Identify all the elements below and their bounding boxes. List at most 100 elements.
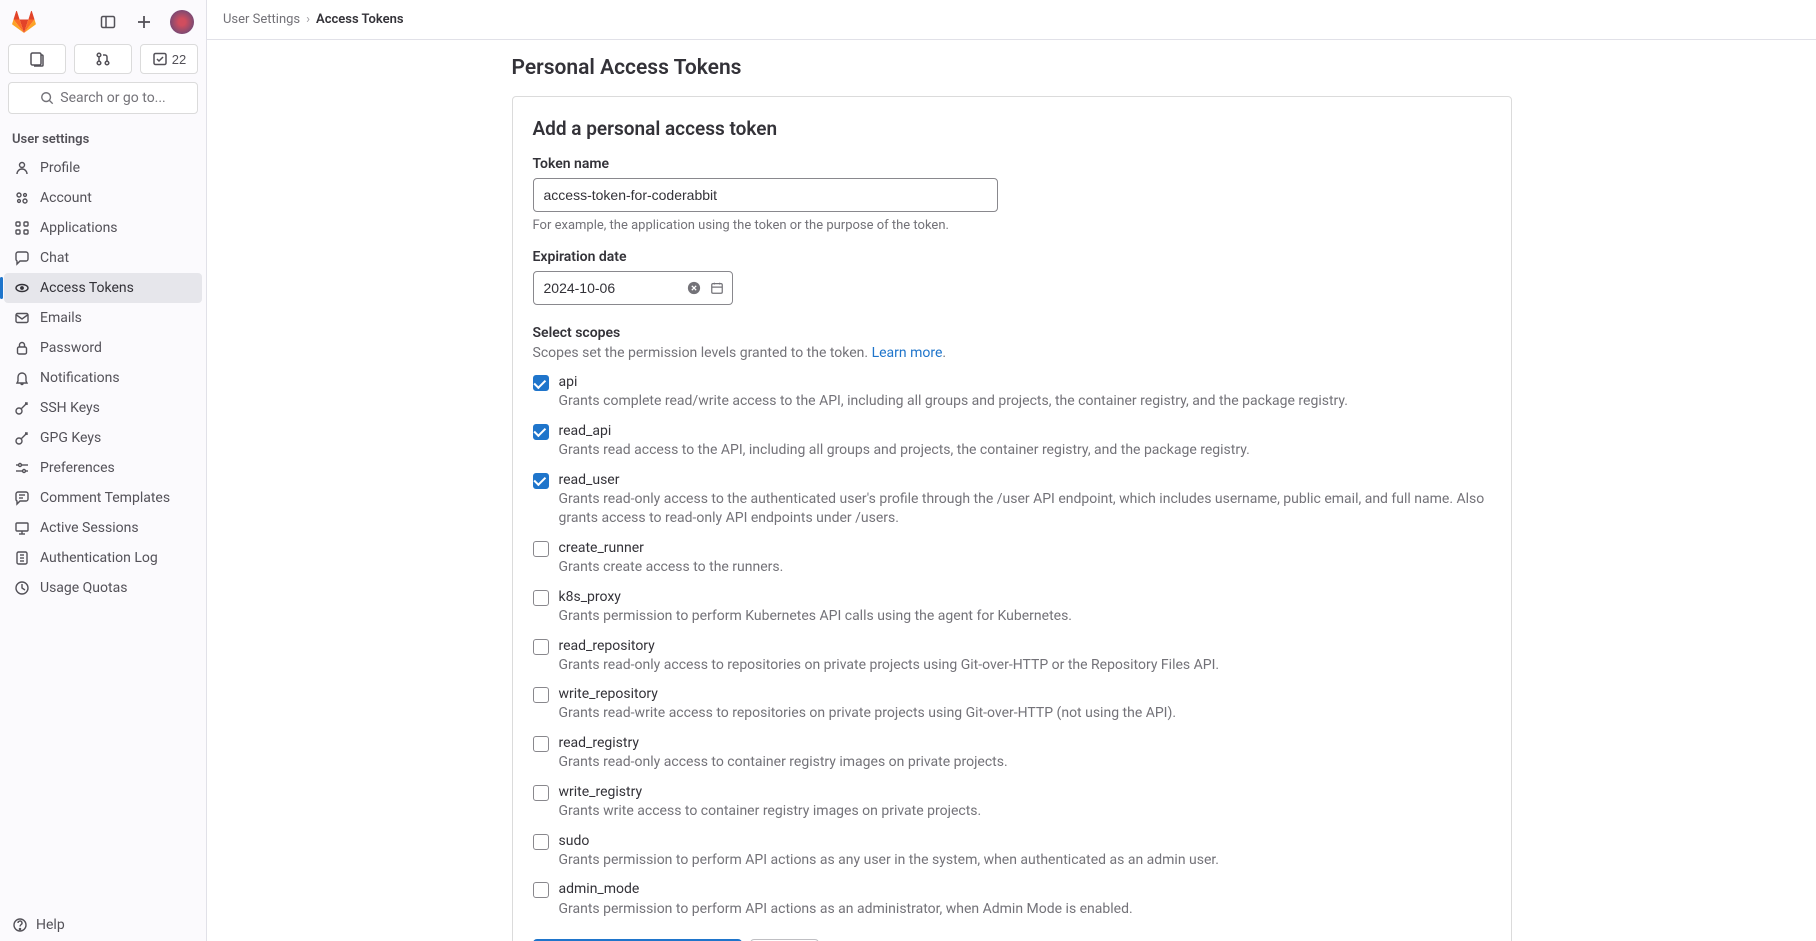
emails-icon <box>14 310 30 326</box>
sidebar-item-password[interactable]: Password <box>4 333 202 363</box>
sidebar-item-chat[interactable]: Chat <box>4 243 202 273</box>
scope-description: Grants write access to container registr… <box>559 802 1491 822</box>
token-name-label: Token name <box>533 156 1491 172</box>
scope-description: Grants read-write access to repositories… <box>559 704 1491 724</box>
scope-description: Grants read-only access to the authentic… <box>559 490 1491 529</box>
sidebar-header <box>0 0 206 44</box>
sidebar: 22 Search or go to... User settings Prof… <box>0 0 207 941</box>
scope-label[interactable]: admin_mode <box>559 880 1491 898</box>
token-name-input[interactable] <box>533 178 998 212</box>
scope-label[interactable]: write_registry <box>559 783 1491 801</box>
card-title: Add a personal access token <box>533 117 1491 140</box>
learn-more-link[interactable]: Learn more <box>872 345 943 361</box>
scope-label[interactable]: write_repository <box>559 685 1491 703</box>
expiration-date-label: Expiration date <box>533 249 1491 265</box>
scope-item-write_registry: write_registryGrants write access to con… <box>533 783 1491 822</box>
key-icon <box>14 400 30 416</box>
scope-label[interactable]: read_repository <box>559 637 1491 655</box>
scope-checkbox-k8s_proxy[interactable] <box>533 590 549 606</box>
scope-checkbox-create_runner[interactable] <box>533 541 549 557</box>
page-title: Personal Access Tokens <box>512 56 1512 80</box>
sidebar-item-preferences[interactable]: Preferences <box>4 453 202 483</box>
scope-item-sudo: sudoGrants permission to perform API act… <box>533 832 1491 871</box>
profile-icon <box>14 160 30 176</box>
user-avatar[interactable] <box>170 10 194 34</box>
scope-checkbox-write_registry[interactable] <box>533 785 549 801</box>
sidebar-item-gpg-keys[interactable]: GPG Keys <box>4 423 202 453</box>
sidebar-toolbar: 22 <box>0 44 206 82</box>
applications-icon <box>14 220 30 236</box>
scope-item-admin_mode: admin_modeGrants permission to perform A… <box>533 880 1491 919</box>
sidebar-section-title: User settings <box>0 122 206 153</box>
scope-description: Grants complete read/write access to the… <box>559 392 1491 412</box>
scope-checkbox-read_registry[interactable] <box>533 736 549 752</box>
scope-label[interactable]: create_runner <box>559 539 1491 557</box>
gitlab-logo-icon[interactable] <box>12 10 36 34</box>
scope-description: Grants permission to perform Kubernetes … <box>559 607 1491 627</box>
help-icon <box>12 917 28 933</box>
scopes-label: Select scopes <box>533 325 1491 341</box>
plus-icon[interactable] <box>130 8 158 36</box>
scope-checkbox-read_repository[interactable] <box>533 639 549 655</box>
scope-item-read_repository: read_repositoryGrants read-only access t… <box>533 637 1491 676</box>
scopes-description: Scopes set the permission levels granted… <box>533 345 1491 361</box>
search-placeholder: Search or go to... <box>60 90 166 106</box>
scope-label[interactable]: read_registry <box>559 734 1491 752</box>
scope-checkbox-sudo[interactable] <box>533 834 549 850</box>
scope-checkbox-write_repository[interactable] <box>533 687 549 703</box>
calendar-icon[interactable] <box>709 280 725 296</box>
sidebar-item-label: Applications <box>40 220 118 236</box>
sidebar-item-active-sessions[interactable]: Active Sessions <box>4 513 202 543</box>
scope-label[interactable]: api <box>559 373 1491 391</box>
search-icon <box>40 91 54 105</box>
scope-checkbox-api[interactable] <box>533 375 549 391</box>
sidebar-item-label: Active Sessions <box>40 520 139 536</box>
sidebar-item-profile[interactable]: Profile <box>4 153 202 183</box>
main-content: User Settings › Access Tokens Personal A… <box>207 0 1816 941</box>
sidebar-item-access-tokens[interactable]: Access Tokens <box>4 273 202 303</box>
sidebar-item-label: Profile <box>40 160 80 176</box>
merge-requests-button[interactable] <box>74 44 132 74</box>
sidebar-item-label: Notifications <box>40 370 120 386</box>
sliders-icon <box>14 460 30 476</box>
scope-checkbox-admin_mode[interactable] <box>533 882 549 898</box>
issues-button[interactable] <box>8 44 66 74</box>
sidebar-item-label: Access Tokens <box>40 280 134 296</box>
sidebar-item-label: Password <box>40 340 102 356</box>
scope-checkbox-read_user[interactable] <box>533 473 549 489</box>
scope-item-k8s_proxy: k8s_proxyGrants permission to perform Ku… <box>533 588 1491 627</box>
sidebar-item-emails[interactable]: Emails <box>4 303 202 333</box>
collapse-sidebar-icon[interactable] <box>94 8 122 36</box>
clear-date-icon[interactable] <box>685 279 703 297</box>
scope-label[interactable]: sudo <box>559 832 1491 850</box>
breadcrumb-separator: › <box>306 12 310 27</box>
sidebar-item-authentication-log[interactable]: Authentication Log <box>4 543 202 573</box>
todos-button[interactable]: 22 <box>140 44 198 74</box>
scope-item-read_api: read_apiGrants read access to the API, i… <box>533 422 1491 461</box>
scope-item-api: apiGrants complete read/write access to … <box>533 373 1491 412</box>
sidebar-item-ssh-keys[interactable]: SSH Keys <box>4 393 202 423</box>
key-icon <box>14 430 30 446</box>
sidebar-help[interactable]: Help <box>0 909 206 941</box>
nav-list: Profile Account Applications Chat Access… <box>0 153 206 603</box>
scope-description: Grants read-only access to repositories … <box>559 656 1491 676</box>
search-input[interactable]: Search or go to... <box>8 82 198 114</box>
sidebar-item-notifications[interactable]: Notifications <box>4 363 202 393</box>
sidebar-item-comment-templates[interactable]: Comment Templates <box>4 483 202 513</box>
scope-item-write_repository: write_repositoryGrants read-write access… <box>533 685 1491 724</box>
scope-label[interactable]: read_api <box>559 422 1491 440</box>
sidebar-item-usage-quotas[interactable]: Usage Quotas <box>4 573 202 603</box>
comment-icon <box>14 490 30 506</box>
scope-label[interactable]: read_user <box>559 471 1491 489</box>
token-name-help: For example, the application using the t… <box>533 218 1491 233</box>
breadcrumb-current: Access Tokens <box>316 12 404 27</box>
scope-label[interactable]: k8s_proxy <box>559 588 1491 606</box>
account-icon <box>14 190 30 206</box>
breadcrumb-parent[interactable]: User Settings <box>223 12 300 27</box>
todos-count: 22 <box>172 52 186 67</box>
expiration-date-input[interactable] <box>533 271 733 305</box>
sidebar-item-account[interactable]: Account <box>4 183 202 213</box>
sidebar-item-applications[interactable]: Applications <box>4 213 202 243</box>
token-icon <box>14 280 30 296</box>
scope-checkbox-read_api[interactable] <box>533 424 549 440</box>
